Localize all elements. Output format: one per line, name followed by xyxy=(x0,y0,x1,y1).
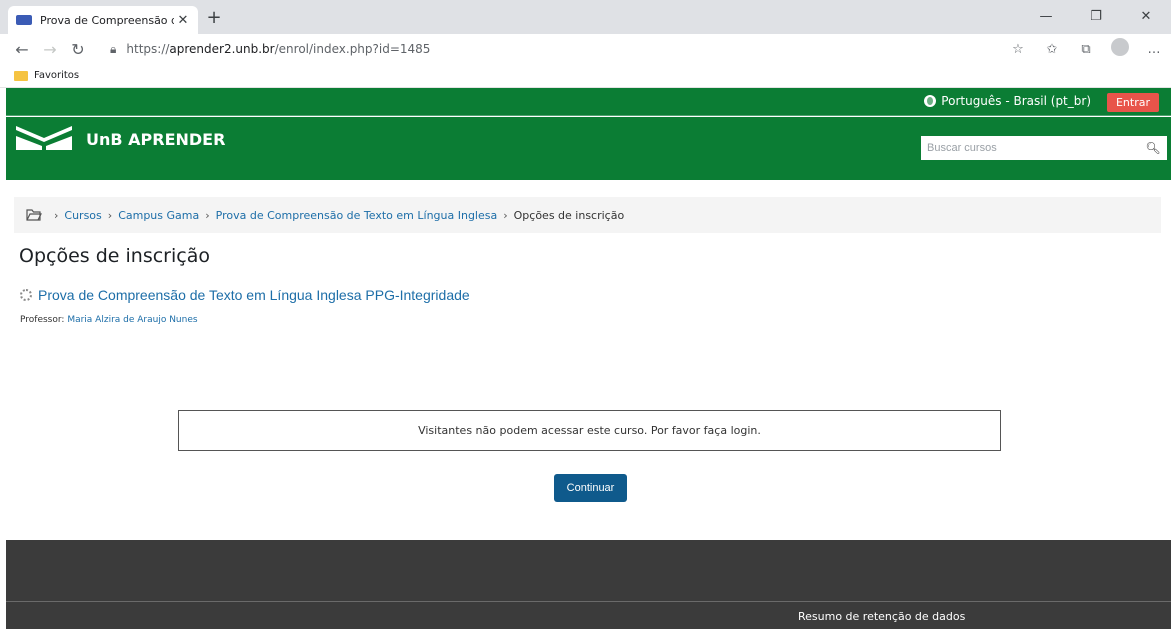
breadcrumb-separator: › xyxy=(54,208,59,222)
refresh-icon[interactable]: ↻ xyxy=(64,40,92,59)
address-bar[interactable]: 🔒︎ https://aprender2.unb.br/enrol/index.… xyxy=(110,36,990,62)
language-menu[interactable]: Português - Brasil (pt_br) xyxy=(924,94,1091,108)
tab-close-icon[interactable]: ✕ xyxy=(174,13,192,28)
browser-toolbar: ← → ↻ 🔒︎ https://aprender2.unb.br/enrol/… xyxy=(0,34,1171,64)
unb-logo-icon[interactable] xyxy=(16,126,72,150)
close-window-button[interactable]: ✕ xyxy=(1121,0,1171,34)
site-favicon-icon xyxy=(16,15,32,25)
tab-title: Prova de Compreensão de Texto xyxy=(40,13,174,27)
breadcrumb-campus-gama[interactable]: Campus Gama xyxy=(118,209,199,222)
globe-icon xyxy=(924,95,937,107)
data-retention-link[interactable]: Resumo de retenção de dados xyxy=(798,610,965,623)
browser-tab[interactable]: Prova de Compreensão de Texto ✕ xyxy=(8,6,198,34)
maximize-button[interactable]: ❐ xyxy=(1071,0,1121,34)
site-name[interactable]: UnB APRENDER xyxy=(86,130,225,149)
window-controls: — ❐ ✕ xyxy=(1021,0,1171,34)
forward-arrow-icon[interactable]: → xyxy=(36,40,64,59)
breadcrumb-separator: › xyxy=(503,208,508,222)
url-text: https://aprender2.unb.br/enrol/index.php… xyxy=(126,42,431,56)
login-button[interactable]: Entrar xyxy=(1107,93,1159,112)
breadcrumb-cursos[interactable]: Cursos xyxy=(64,209,101,222)
course-link[interactable]: Prova de Compreensão de Texto em Língua … xyxy=(38,287,470,303)
folder-icon xyxy=(14,70,28,81)
breadcrumb-course[interactable]: Prova de Compreensão de Texto em Língua … xyxy=(216,209,498,222)
teacher-label: Professor: xyxy=(20,315,65,325)
language-label: Português - Brasil (pt_br) xyxy=(941,94,1091,108)
site-header: UnB APRENDER 🔍︎ xyxy=(6,117,1171,180)
favorites-folder[interactable]: Favoritos xyxy=(34,70,79,81)
more-menu-icon[interactable]: … xyxy=(1137,42,1171,57)
breadcrumb: › Cursos › Campus Gama › Prova de Compre… xyxy=(14,197,1161,233)
course-search: 🔍︎ xyxy=(921,136,1167,160)
breadcrumb-separator: › xyxy=(205,208,210,222)
new-tab-button[interactable]: + xyxy=(203,8,225,30)
footer-divider xyxy=(6,601,1171,602)
breadcrumb-separator: › xyxy=(107,208,113,222)
favorites-list-icon[interactable]: ✩ xyxy=(1035,42,1069,57)
teacher-info: Professor: Maria Alzira de Araujo Nunes xyxy=(20,315,198,325)
favorites-bar: Favoritos xyxy=(0,64,1171,88)
lock-icon: 🔒︎ xyxy=(110,41,117,56)
guest-access-notice: Visitantes não podem acessar este curso.… xyxy=(178,410,1001,451)
course-icon xyxy=(20,289,32,301)
breadcrumb-current: Opções de inscrição xyxy=(513,208,625,222)
course-heading: Prova de Compreensão de Texto em Língua … xyxy=(20,287,470,303)
browser-tabbar: Prova de Compreensão de Texto ✕ + — ❐ ✕ xyxy=(0,0,1171,34)
collections-icon[interactable]: ⧉ xyxy=(1069,42,1103,57)
back-arrow-icon[interactable]: ← xyxy=(8,40,36,59)
site-topbar: Português - Brasil (pt_br) Entrar xyxy=(6,88,1171,116)
search-input[interactable] xyxy=(921,137,1141,159)
continue-button[interactable]: Continuar xyxy=(554,474,627,502)
search-icon[interactable]: 🔍︎ xyxy=(1141,141,1165,155)
minimize-button[interactable]: — xyxy=(1021,0,1071,34)
folder-home-icon[interactable] xyxy=(26,209,42,221)
teacher-link[interactable]: Maria Alzira de Araujo Nunes xyxy=(67,315,197,325)
page-footer: Resumo de retenção de dados xyxy=(6,540,1171,629)
toolbar-icons: ☆ ✩ ⧉ … xyxy=(1001,34,1171,64)
profile-avatar[interactable] xyxy=(1103,38,1137,60)
add-favorite-icon[interactable]: ☆ xyxy=(1001,42,1035,57)
page-title: Opções de inscrição xyxy=(19,245,210,267)
